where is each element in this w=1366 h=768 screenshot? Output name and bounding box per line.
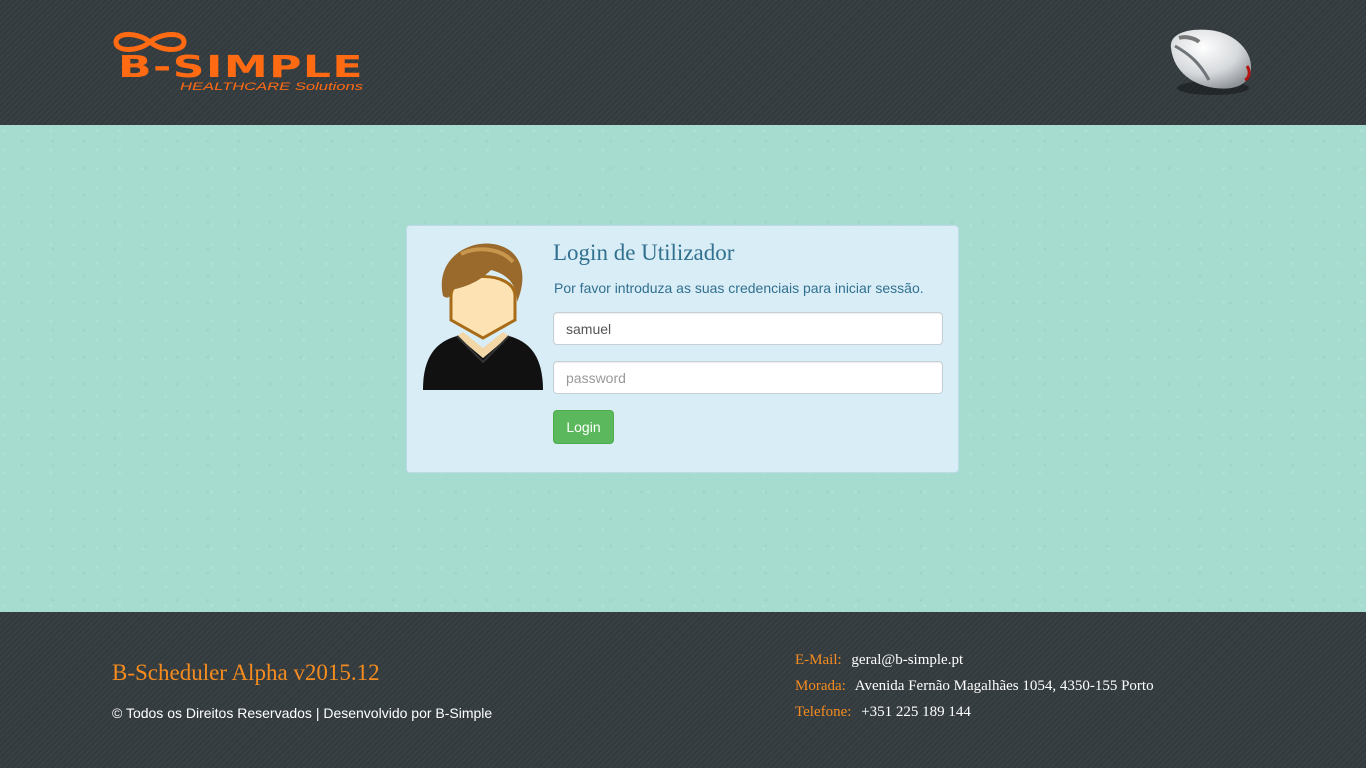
contact-address: Morada: Avenida Fernão Magalhães 1054, 4… <box>795 678 1154 695</box>
page-header: B-SIMPLE HEALTHCARE Solutions <box>0 0 1366 125</box>
mouse-icon <box>1170 29 1252 95</box>
login-button[interactable]: Login <box>553 410 614 444</box>
logo-tagline: HEALTHCARE Solutions <box>180 81 364 93</box>
main-content: Login de Utilizador Por favor introduza … <box>0 125 1366 612</box>
login-panel: Login de Utilizador Por favor introduza … <box>406 225 959 473</box>
address-label: Morada: <box>795 678 846 694</box>
contact-email: E-Mail: geral@b-simple.pt <box>795 652 963 669</box>
contact-phone: Telefone: +351 225 189 144 <box>795 704 971 721</box>
password-input[interactable] <box>553 361 943 394</box>
logo-infinity-icon <box>113 32 187 52</box>
copyright-text: © Todos os Direitos Reservados | Desenvo… <box>112 705 493 721</box>
email-label: E-Mail: <box>795 652 842 668</box>
logo-wordmark: B-SIMPLE <box>118 50 364 85</box>
user-avatar-icon <box>423 243 543 390</box>
app-version: B-Scheduler Alpha v2015.12 <box>112 660 380 685</box>
phone-label: Telefone: <box>795 704 852 720</box>
page-footer: B-Scheduler Alpha v2015.12 © Todos os Di… <box>0 612 1366 768</box>
username-input[interactable] <box>553 312 943 345</box>
email-value[interactable]: geral@b-simple.pt <box>851 652 963 668</box>
login-title: Login de Utilizador <box>553 240 735 265</box>
login-instructions: Por favor introduza as suas credenciais … <box>554 280 924 296</box>
phone-value: +351 225 189 144 <box>861 704 971 720</box>
address-value: Avenida Fernão Magalhães 1054, 4350-155 … <box>854 678 1154 694</box>
b-simple-logo[interactable]: B-SIMPLE HEALTHCARE Solutions <box>112 28 372 98</box>
